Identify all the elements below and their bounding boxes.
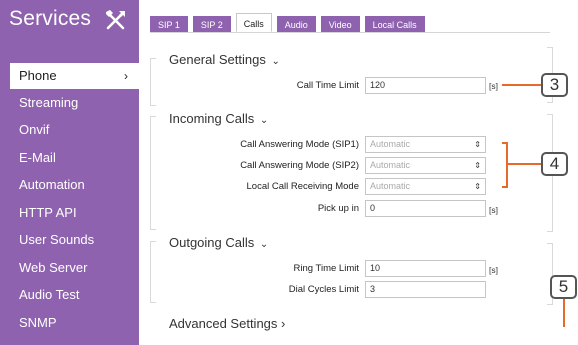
sip1-mode-label: Call Answering Mode (SIP1) [240, 139, 359, 150]
sidebar-item-streaming[interactable]: Streaming [10, 90, 139, 116]
dial-cycles-limit-input[interactable]: 3 [365, 281, 486, 298]
callout-5-line [563, 299, 565, 327]
section-title-label: Outgoing Calls [169, 235, 255, 250]
section-title-label: Incoming Calls [169, 111, 255, 126]
section-frame [150, 116, 156, 230]
local-mode-label: Local Call Receiving Mode [246, 181, 359, 192]
section-frame [150, 241, 156, 303]
ring-time-limit-input[interactable]: 10 [365, 260, 486, 277]
tab-sip1[interactable]: SIP 1 [150, 16, 188, 32]
sip2-mode-select[interactable]: Automatic ⇕ [365, 157, 486, 174]
chevron-right-icon: › [281, 316, 286, 331]
sidebar-item-label: User Sounds [19, 232, 95, 247]
chevron-down-icon: ⌄ [271, 56, 280, 67]
call-time-limit-label: Call Time Limit [296, 80, 359, 91]
tab-audio[interactable]: Audio [276, 16, 316, 32]
sidebar-item-label: Onvif [19, 122, 50, 137]
sidebar-item-web-server[interactable]: Web Server [10, 255, 139, 281]
unit-seconds: [s] [489, 265, 498, 275]
tab-local-calls[interactable]: Local Calls [364, 16, 425, 32]
services-sidebar: Services Phone › Streaming Onvif E-Mail … [0, 0, 139, 345]
sidebar-item-label: SNMP [19, 315, 57, 330]
sidebar-item-audio-test[interactable]: Audio Test [10, 282, 139, 308]
sidebar-item-phone[interactable]: Phone › [10, 63, 139, 89]
chevron-down-icon: ⌄ [259, 239, 269, 250]
section-advanced-title[interactable]: Advanced Settings › [169, 316, 285, 331]
chevron-right-icon: › [124, 69, 128, 83]
select-arrows-icon: ⇕ [474, 140, 481, 149]
settings-tabs: SIP 1 SIP 2 Calls Audio Video Local Call… [150, 13, 425, 32]
section-title-label: Advanced Settings [169, 316, 278, 331]
pick-up-in-input[interactable]: 0 [365, 200, 486, 217]
tab-sip2[interactable]: SIP 2 [192, 16, 231, 32]
unit-seconds: [s] [489, 205, 498, 215]
sidebar-item-label: Streaming [19, 95, 79, 110]
callout-3: 3 [541, 73, 568, 97]
sip1-mode-select[interactable]: Automatic ⇕ [365, 136, 486, 153]
sidebar-item-http-api[interactable]: HTTP API [10, 200, 139, 226]
callout-5: 5 [550, 275, 577, 299]
select-value: Automatic [370, 181, 411, 191]
select-arrows-icon: ⇕ [474, 182, 481, 191]
section-incoming-title[interactable]: Incoming Calls ⌄ [169, 111, 268, 126]
sidebar-item-onvif[interactable]: Onvif [10, 117, 139, 143]
select-value: Automatic [370, 160, 411, 170]
call-time-limit-input[interactable]: 120 [365, 77, 486, 94]
unit-seconds: [s] [489, 81, 498, 91]
tab-video[interactable]: Video [320, 16, 360, 32]
sidebar-item-automation[interactable]: Automation [10, 172, 139, 198]
sidebar-item-label: Web Server [19, 260, 88, 275]
sidebar-item-label: Automation [19, 177, 85, 192]
dial-cycles-limit-label: Dial Cycles Limit [288, 284, 359, 295]
sidebar-item-email[interactable]: E-Mail [10, 145, 139, 171]
sidebar-item-label: Phone [19, 68, 57, 83]
chevron-down-icon: ⌄ [259, 115, 269, 126]
pick-up-in-label: Pick up in [317, 203, 359, 214]
select-arrows-icon: ⇕ [474, 161, 481, 170]
sidebar-item-label: Audio Test [19, 287, 80, 302]
section-general-title[interactable]: General Settings ⌄ [169, 52, 280, 67]
sidebar-item-user-sounds[interactable]: User Sounds [10, 227, 139, 253]
ring-time-limit-label: Ring Time Limit [293, 263, 359, 274]
sidebar-title: Services [9, 7, 92, 30]
sidebar-item-label: E-Mail [19, 150, 56, 165]
section-title-label: General Settings [169, 52, 266, 67]
callout-3-line [502, 84, 542, 86]
select-value: Automatic [370, 139, 411, 149]
sidebar-item-snmp[interactable]: SNMP [10, 310, 139, 336]
tab-divider [150, 32, 550, 33]
tab-calls[interactable]: Calls [235, 13, 272, 32]
local-mode-select[interactable]: Automatic ⇕ [365, 178, 486, 195]
callout-4-line [507, 163, 541, 165]
callout-4-line [506, 142, 508, 188]
sidebar-item-label: HTTP API [19, 205, 77, 220]
section-frame [150, 58, 156, 106]
tools-icon [106, 10, 125, 30]
sip2-mode-label: Call Answering Mode (SIP2) [240, 160, 359, 171]
callout-4: 4 [541, 152, 568, 176]
section-outgoing-title[interactable]: Outgoing Calls ⌄ [169, 235, 268, 250]
